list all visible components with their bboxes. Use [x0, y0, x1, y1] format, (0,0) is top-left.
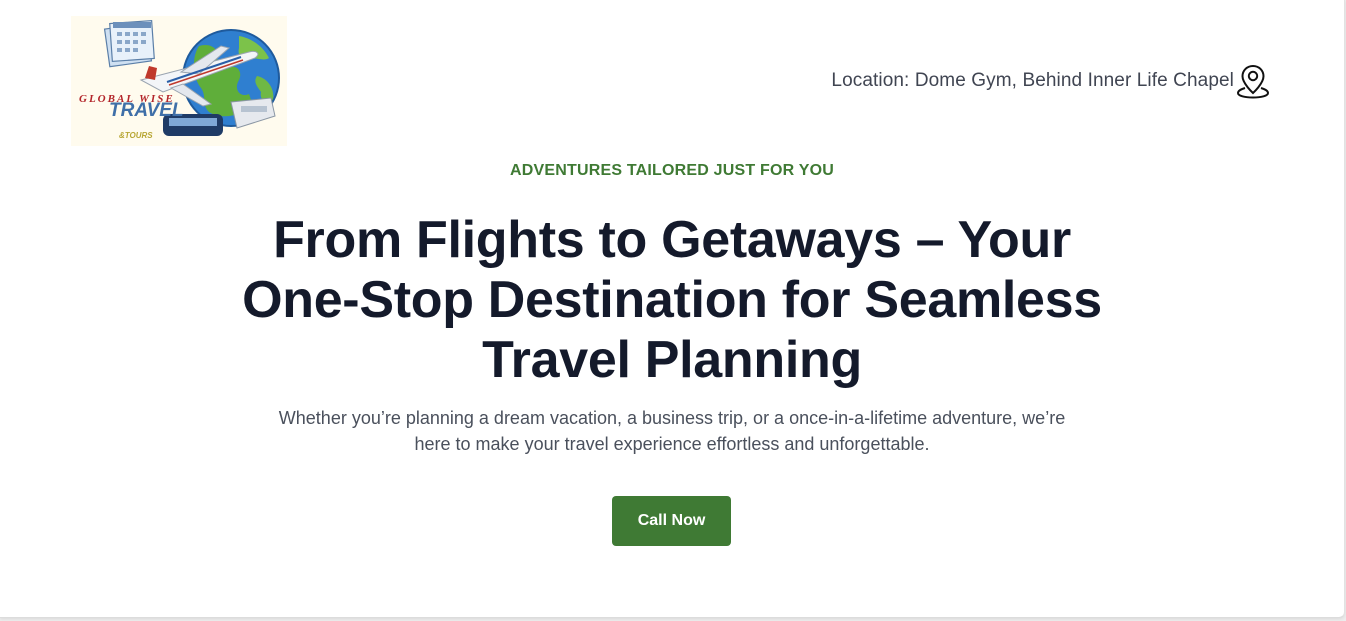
call-now-button[interactable]: Call Now — [612, 496, 731, 546]
location-text: Location: Dome Gym, Behind Inner Life Ch… — [831, 70, 1234, 91]
page: GLOBAL WISE TRAVEL &TOURS Location: Dome… — [0, 0, 1345, 618]
hero-headline: From Flights to Getaways – Your One-Stop… — [242, 211, 1102, 389]
site-logo[interactable]: GLOBAL WISE TRAVEL &TOURS — [71, 16, 287, 146]
map-pin-icon — [1236, 64, 1270, 99]
calendar-icon — [103, 19, 155, 68]
logo-wordmark-bottom: &TOURS — [119, 131, 153, 140]
logo-graphic: GLOBAL WISE TRAVEL &TOURS — [79, 19, 280, 140]
hero-eyebrow: ADVENTURES TAILORED JUST FOR YOU — [509, 162, 835, 179]
hero-subtext: Whether you’re planning a dream vacation… — [278, 408, 1066, 454]
header-location: Location: Dome Gym, Behind Inner Life Ch… — [831, 63, 1270, 99]
logo-wordmark-main: TRAVEL — [109, 100, 184, 121]
